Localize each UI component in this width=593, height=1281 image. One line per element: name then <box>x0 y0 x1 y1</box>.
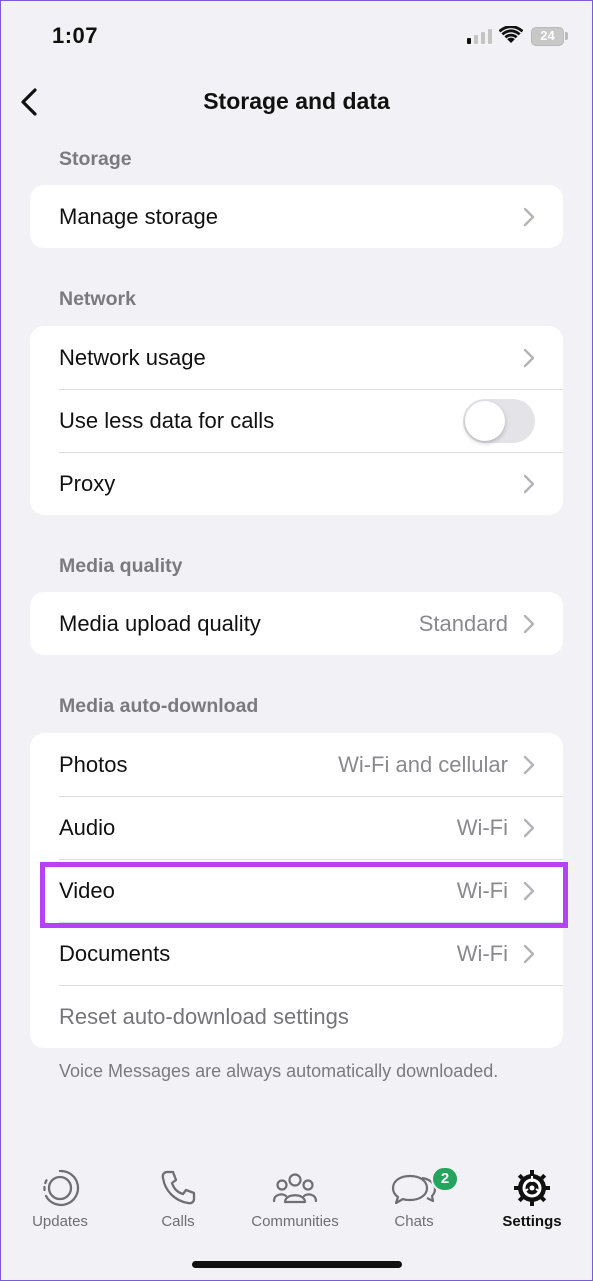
manage-storage-row[interactable]: Manage storage <box>30 185 563 248</box>
use-less-data-label: Use less data for calls <box>59 408 275 433</box>
page-title: Storage and data <box>203 88 390 114</box>
chats-unread-badge: 2 <box>431 1166 459 1192</box>
tab-settings-label: Settings <box>502 1213 562 1230</box>
chevron-right-icon <box>523 944 535 964</box>
network-card: Network usage Use less data for calls Pr… <box>30 326 563 515</box>
section-header-media-quality: Media quality <box>59 555 183 577</box>
documents-label: Documents <box>59 941 171 966</box>
chevron-right-icon <box>523 348 535 368</box>
manage-storage-label: Manage storage <box>59 204 218 229</box>
video-row[interactable]: Video Wi-Fi <box>30 859 563 922</box>
battery-tip <box>565 32 568 40</box>
proxy-label: Proxy <box>59 471 116 496</box>
network-usage-label: Network usage <box>59 345 206 370</box>
photos-row[interactable]: Photos Wi-Fi and cellular <box>30 733 563 796</box>
status-time: 1:07 <box>52 23 99 48</box>
photos-value: Wi-Fi and cellular <box>338 752 508 777</box>
use-less-data-row: Use less data for calls <box>30 389 563 452</box>
chevron-right-icon <box>523 818 535 838</box>
tab-chats-label: Chats <box>394 1213 434 1230</box>
media-upload-quality-value: Standard <box>418 611 508 636</box>
tab-updates-label: Updates <box>32 1213 88 1230</box>
section-header-auto-download: Media auto-download <box>59 695 259 717</box>
wifi-icon <box>499 26 523 43</box>
navigation-bar: Storage and data <box>0 72 593 132</box>
video-value: Wi-Fi <box>456 878 508 903</box>
home-indicator[interactable] <box>192 1261 402 1268</box>
network-usage-row[interactable]: Network usage <box>30 326 563 389</box>
storage-card: Manage storage <box>30 185 563 248</box>
use-less-data-toggle[interactable] <box>463 399 535 443</box>
updates-icon <box>43 1169 80 1207</box>
media-upload-quality-row[interactable]: Media upload quality Standard <box>30 592 563 655</box>
tab-communities-label: Communities <box>251 1213 339 1230</box>
reset-auto-download-label: Reset auto-download settings <box>59 1004 349 1029</box>
reset-auto-download-row[interactable]: Reset auto-download settings <box>30 985 563 1048</box>
media-upload-quality-label: Media upload quality <box>59 611 261 636</box>
battery-level: 24 <box>540 28 555 43</box>
audio-label: Audio <box>59 815 116 840</box>
chevron-right-icon <box>523 614 535 634</box>
cellular-signal-icon <box>467 28 492 44</box>
chevron-right-icon <box>523 474 535 494</box>
battery-icon: 24 <box>531 27 564 46</box>
auto-download-footnote: Voice Messages are always automatically … <box>59 1061 499 1081</box>
toggle-knob <box>465 401 505 441</box>
documents-value: Wi-Fi <box>456 941 508 966</box>
video-label: Video <box>59 878 115 903</box>
section-header-network: Network <box>59 288 136 310</box>
chevron-right-icon <box>523 881 535 901</box>
settings-gear-icon <box>514 1170 550 1206</box>
media-quality-card: Media upload quality Standard <box>30 592 563 655</box>
auto-download-card: Photos Wi-Fi and cellular Audio Wi-Fi Vi… <box>30 733 563 1048</box>
communities-icon <box>272 1173 318 1204</box>
audio-value: Wi-Fi <box>456 815 508 840</box>
tab-calls-label: Calls <box>161 1213 195 1230</box>
status-bar: 1:07 24 <box>0 0 593 72</box>
proxy-row[interactable]: Proxy <box>30 452 563 515</box>
phone-icon <box>161 1170 196 1205</box>
chevron-right-icon <box>523 755 535 775</box>
photos-label: Photos <box>59 752 128 777</box>
section-header-storage: Storage <box>59 148 132 170</box>
documents-row[interactable]: Documents Wi-Fi <box>30 922 563 985</box>
chevron-right-icon <box>523 207 535 227</box>
audio-row[interactable]: Audio Wi-Fi <box>30 796 563 859</box>
